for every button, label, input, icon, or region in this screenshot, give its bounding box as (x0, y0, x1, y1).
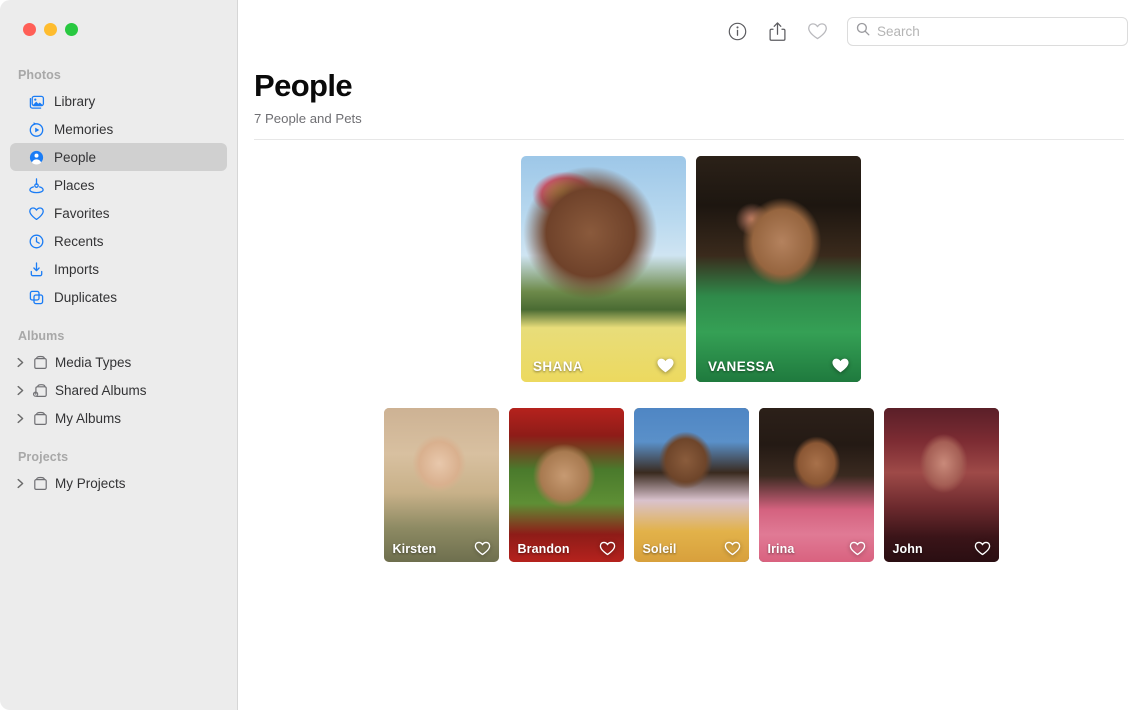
sidebar-item-duplicates[interactable]: Duplicates (10, 283, 227, 311)
clock-icon (28, 233, 45, 250)
person-name: John (893, 542, 923, 556)
sidebar-item-shared-albums[interactable]: Shared Albums (10, 376, 227, 404)
heart-filled-icon[interactable] (656, 357, 675, 374)
main-content: Search People 7 People and Pets SHANA VAN… (238, 0, 1144, 710)
page-subtitle: 7 People and Pets (254, 111, 1144, 126)
heart-outline-icon[interactable] (599, 541, 616, 556)
sidebar-item-my-projects[interactable]: My Projects (10, 469, 227, 497)
sidebar-item-memories[interactable]: Memories (10, 115, 227, 143)
sidebar-item-label: My Albums (55, 411, 121, 426)
person-name: Brandon (518, 542, 570, 556)
page-title: People (254, 68, 1144, 104)
person-card-label-bar: Brandon (509, 532, 624, 562)
featured-people-row: SHANA VANESSA (238, 156, 1144, 382)
person-name: SHANA (533, 359, 583, 374)
sidebar-item-people[interactable]: People (10, 143, 227, 171)
person-card[interactable]: Soleil (634, 408, 749, 562)
people-grid: SHANA VANESSA Kirsten Brandon Soleil Irina Jo… (238, 140, 1144, 562)
import-icon (28, 261, 45, 278)
sidebar-section-header-projects: Projects (0, 432, 237, 469)
person-card-label-bar: Irina (759, 532, 874, 562)
sidebar-item-label: Recents (54, 234, 104, 249)
heart-outline-icon[interactable] (849, 541, 866, 556)
album-icon (32, 475, 49, 492)
heart-outline-icon[interactable] (474, 541, 491, 556)
person-card-label-bar: John (884, 532, 999, 562)
sidebar-section-header-photos: Photos (0, 62, 237, 87)
sidebar-section-header-albums: Albums (0, 311, 237, 348)
favorite-button[interactable] (797, 16, 837, 46)
person-card[interactable]: SHANA (521, 156, 686, 382)
search-placeholder: Search (877, 24, 920, 39)
person-card[interactable]: Kirsten (384, 408, 499, 562)
chevron-right-icon[interactable] (14, 478, 26, 489)
minimize-window-button[interactable] (44, 23, 57, 36)
person-card-label-bar: Soleil (634, 532, 749, 562)
traffic-lights (23, 23, 78, 36)
sidebar-item-places[interactable]: Places (10, 171, 227, 199)
sidebar-item-label: Media Types (55, 355, 131, 370)
chevron-right-icon[interactable] (14, 357, 26, 368)
sidebar-item-label: Memories (54, 122, 113, 137)
library-icon (28, 93, 45, 110)
duplicates-icon (28, 289, 45, 306)
places-icon (28, 177, 45, 194)
person-name: VANESSA (708, 359, 775, 374)
search-icon (856, 22, 870, 41)
photos-window: Photos Library Memories People Places Fav… (0, 0, 1144, 710)
sidebar: Photos Library Memories People Places Fav… (0, 0, 238, 710)
maximize-window-button[interactable] (65, 23, 78, 36)
person-card-label-bar: VANESSA (696, 342, 861, 382)
sidebar-item-label: Favorites (54, 206, 110, 221)
sidebar-item-label: Places (54, 178, 95, 193)
info-button[interactable] (717, 16, 757, 46)
person-card[interactable]: VANESSA (696, 156, 861, 382)
person-card[interactable]: Irina (759, 408, 874, 562)
sidebar-item-library[interactable]: Library (10, 87, 227, 115)
sidebar-item-recents[interactable]: Recents (10, 227, 227, 255)
sidebar-list-projects: My Projects (0, 469, 237, 497)
person-card-label-bar: SHANA (521, 342, 686, 382)
heart-outline-icon[interactable] (724, 541, 741, 556)
sidebar-list-photos: Library Memories People PlacesFavorites … (0, 87, 237, 311)
chevron-right-icon[interactable] (14, 385, 26, 396)
search-input[interactable]: Search (847, 17, 1128, 46)
close-window-button[interactable] (23, 23, 36, 36)
heart-icon (807, 22, 828, 41)
person-card[interactable]: John (884, 408, 999, 562)
album-icon (32, 354, 49, 371)
sidebar-item-label: People (54, 150, 96, 165)
sidebar-item-label: Shared Albums (55, 383, 147, 398)
memories-icon (28, 121, 45, 138)
share-button[interactable] (757, 16, 797, 46)
sidebar-item-label: Duplicates (54, 290, 117, 305)
toolbar: Search (238, 0, 1144, 62)
share-icon (768, 21, 787, 42)
sidebar-item-media-types[interactable]: Media Types (10, 348, 227, 376)
sidebar-list-albums: Media Types Shared Albums My Albums (0, 348, 237, 432)
sidebar-item-favorites[interactable]: Favorites (10, 199, 227, 227)
sidebar-item-label: Library (54, 94, 95, 109)
person-card[interactable]: Brandon (509, 408, 624, 562)
person-card-label-bar: Kirsten (384, 532, 499, 562)
info-icon (728, 22, 747, 41)
person-name: Kirsten (393, 542, 437, 556)
heart-outline-icon[interactable] (974, 541, 991, 556)
heart-icon (28, 205, 45, 222)
sidebar-item-imports[interactable]: Imports (10, 255, 227, 283)
heart-filled-icon[interactable] (831, 357, 850, 374)
sidebar-item-my-albums[interactable]: My Albums (10, 404, 227, 432)
chevron-right-icon[interactable] (14, 413, 26, 424)
sidebar-item-label: Imports (54, 262, 99, 277)
sidebar-item-label: My Projects (55, 476, 126, 491)
other-people-row: Kirsten Brandon Soleil Irina John (238, 408, 1144, 562)
shared-album-icon (32, 382, 49, 399)
person-name: Soleil (643, 542, 677, 556)
page-header: People 7 People and Pets (238, 62, 1144, 140)
people-icon (28, 149, 45, 166)
sidebar-scroll: Photos Library Memories People Places Fav… (0, 0, 237, 497)
person-name: Irina (768, 542, 795, 556)
album-icon (32, 410, 49, 427)
